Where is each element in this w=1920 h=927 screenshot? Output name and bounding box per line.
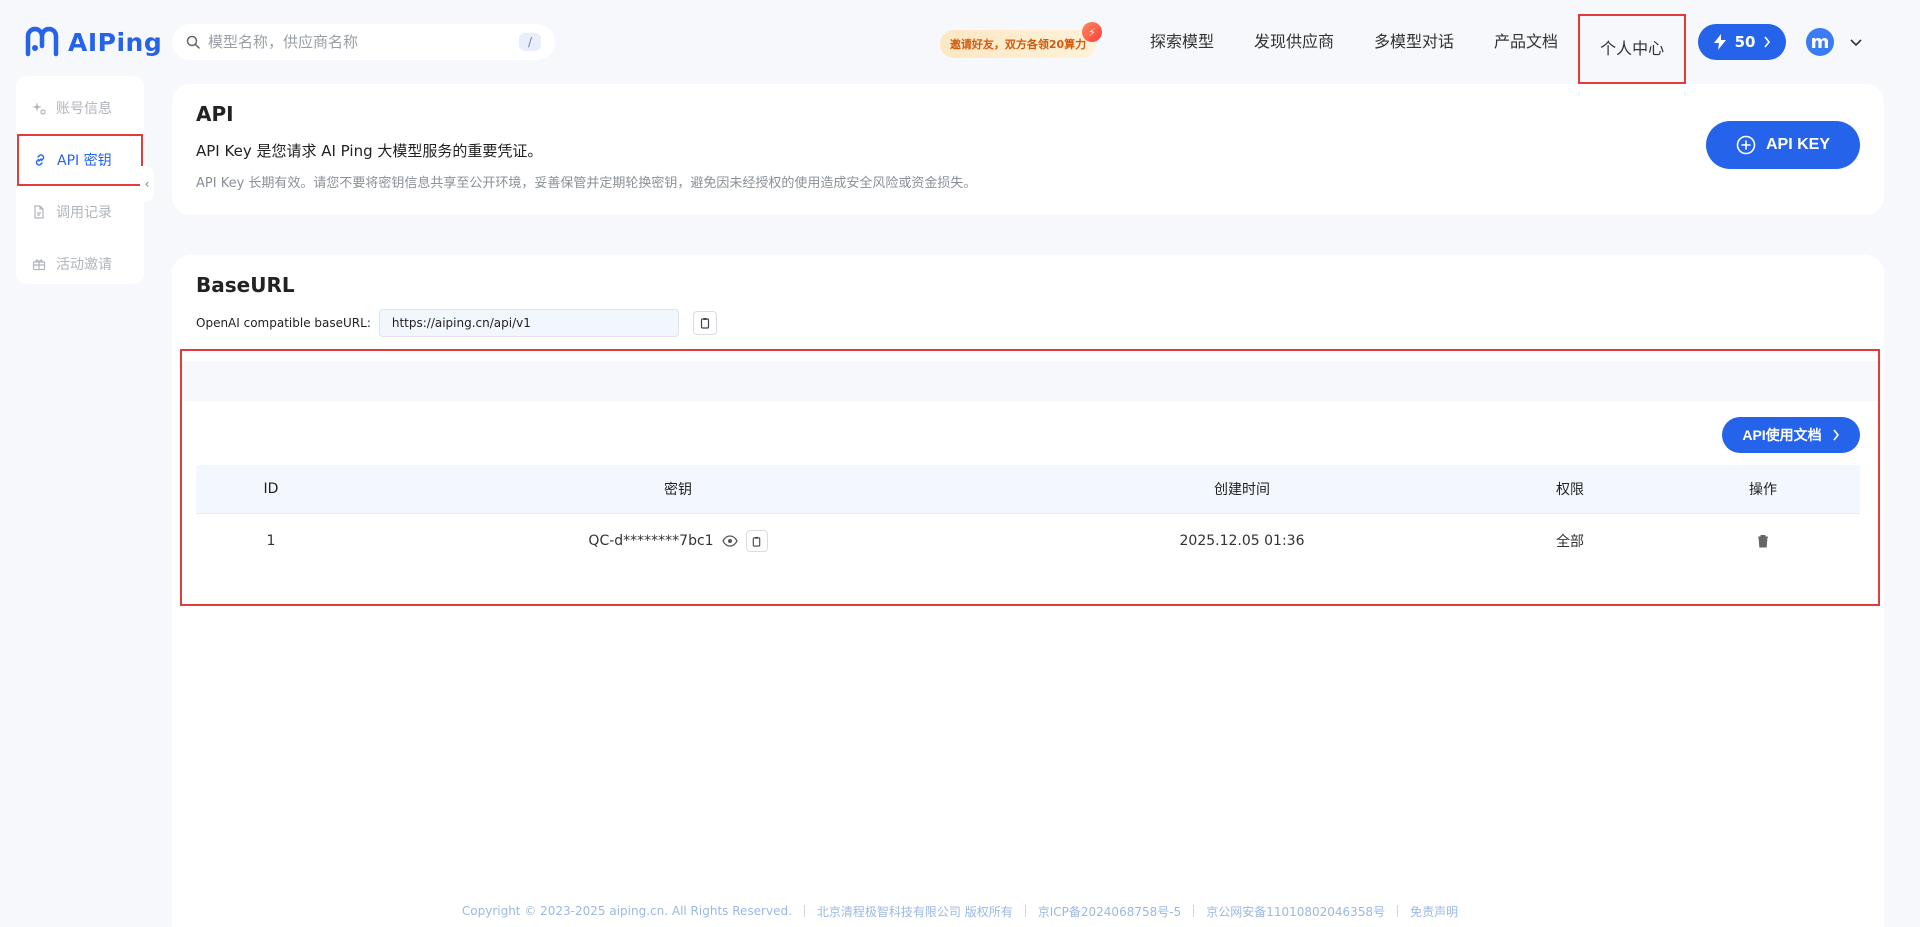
sidebar-item-label: 活动邀请 (56, 257, 112, 273)
sidebar-item-account-info[interactable]: 账号信息 (16, 82, 144, 134)
eye-icon[interactable] (721, 535, 738, 547)
chevron-right-icon (1833, 429, 1839, 441)
footer-divider (1193, 905, 1195, 917)
sidebar-item-label: API 密钥 (57, 153, 112, 169)
chevron-down-icon[interactable] (1848, 34, 1864, 50)
api-title: API (196, 102, 234, 126)
header-permission: 权限 (1556, 482, 1584, 498)
footer-disclaimer[interactable]: 免责声明 (1410, 903, 1458, 920)
api-card: API API Key 是您请求 AI Ping 大模型服务的重要凭证。 API… (172, 84, 1884, 215)
row-created-time: 2025.12.05 01:36 (1179, 533, 1305, 549)
nav-explore-models[interactable]: 探索模型 (1130, 0, 1234, 84)
invite-text: 邀请好友，双方各领20算力 (949, 38, 1087, 51)
logo[interactable]: AIPing (24, 24, 162, 60)
sidebar-item-label: 调用记录 (56, 205, 112, 221)
nav-product-docs[interactable]: 产品文档 (1474, 0, 1578, 84)
lightning-icon (1713, 34, 1726, 50)
nav-personal-center[interactable]: 个人中心 (1578, 14, 1687, 84)
sparkle-icon (32, 102, 46, 115)
logo-text: AIPing (68, 27, 163, 57)
base-url-row: OpenAI compatible baseURL: (196, 309, 717, 337)
header-actions: 操作 (1749, 482, 1777, 498)
sidebar-item-api-key[interactable]: API 密钥 (17, 134, 143, 186)
footer-divider (1024, 905, 1026, 917)
sidebar-collapse-button[interactable]: ‹ (140, 166, 154, 202)
search-icon (186, 35, 200, 49)
chevron-right-icon (1764, 36, 1771, 48)
search-bar[interactable]: / (172, 24, 555, 60)
create-api-key-label: API KEY (1765, 136, 1830, 153)
sidebar-item-activity-invite[interactable]: 活动邀请 (16, 238, 144, 290)
sidebar: 账号信息 API 密钥 调用记录 活动邀请 (16, 76, 144, 284)
lightning-icon: ⚡ (1082, 22, 1102, 42)
points-button[interactable]: 50 (1698, 24, 1786, 60)
search-shortcut: / (519, 33, 541, 51)
section-divider (182, 361, 1878, 401)
copy-base-url-button[interactable] (692, 311, 717, 335)
invite-banner[interactable]: 邀请好友，双方各领20算力 ⚡ (940, 22, 1102, 58)
footer-divider (803, 905, 805, 917)
api-docs-button[interactable]: API使用文档 (1722, 417, 1860, 453)
clipboard-icon (700, 318, 709, 329)
nav-discover-providers[interactable]: 发现供应商 (1234, 0, 1354, 84)
document-icon (34, 205, 44, 219)
api-docs-label: API使用文档 (1742, 427, 1822, 443)
footer-company: 北京清程极智科技有限公司 版权所有 (816, 904, 1013, 919)
main-nav: 探索模型 发现供应商 多模型对话 产品文档 个人中心 (1130, 0, 1687, 84)
plus-circle-icon (1736, 135, 1756, 155)
api-note: API Key 长期有效。请您不要将密钥信息共享至公开环境，妥善保管并定期轮换密… (196, 176, 977, 191)
header-created-time: 创建时间 (1214, 482, 1270, 498)
nav-multi-model-chat[interactable]: 多模型对话 (1354, 0, 1474, 84)
table-row: 1 QC-d********7bc1 2025.12.05 01:36 全部 (196, 514, 1860, 568)
base-url-label: OpenAI compatible baseURL: (196, 316, 371, 330)
row-id: 1 (266, 533, 276, 549)
create-api-key-button[interactable]: API KEY (1706, 121, 1860, 169)
copy-key-button[interactable] (745, 530, 768, 552)
base-url-title: BaseURL (196, 273, 295, 297)
api-keys-section: API使用文档 ID 密钥 创建时间 权限 操作 1 QC-d********7… (180, 349, 1880, 606)
header-id: ID (263, 481, 279, 497)
gift-icon (32, 259, 46, 271)
points-value: 50 (1734, 33, 1756, 51)
table-header: ID 密钥 创建时间 权限 操作 (196, 465, 1860, 514)
logo-icon (25, 26, 59, 57)
top-header: AIPing / 邀请好友，双方各领20算力 ⚡ 探索模型 发现供应商 多模型对… (0, 0, 1920, 84)
footer-copyright: Copyright © 2023-2025 aiping.cn. All Rig… (461, 904, 792, 918)
footer-icp[interactable]: 京ICP备2024068758号-5 (1038, 903, 1181, 920)
footer-divider (1397, 905, 1399, 917)
footer-police-record[interactable]: 京公网安备11010802046358号 (1206, 903, 1385, 920)
sidebar-item-label: 账号信息 (56, 101, 112, 117)
base-url-field[interactable] (378, 309, 679, 337)
search-input[interactable] (208, 33, 511, 51)
key-link-icon (35, 154, 45, 166)
trash-icon[interactable] (1757, 534, 1769, 548)
row-key-cell: QC-d********7bc1 (346, 530, 1010, 552)
row-key: QC-d********7bc1 (588, 533, 714, 549)
row-actions (1666, 534, 1860, 548)
clipboard-icon (752, 536, 761, 547)
footer: Copyright © 2023-2025 aiping.cn. All Rig… (0, 898, 1920, 924)
row-permission: 全部 (1556, 534, 1584, 550)
avatar[interactable]: m (1806, 28, 1834, 56)
header-key: 密钥 (664, 482, 692, 498)
api-keys-table: ID 密钥 创建时间 权限 操作 1 QC-d********7bc1 2025… (196, 465, 1860, 568)
api-description: API Key 是您请求 AI Ping 大模型服务的重要凭证。 (196, 142, 543, 160)
sidebar-item-call-records[interactable]: 调用记录 (16, 186, 144, 238)
